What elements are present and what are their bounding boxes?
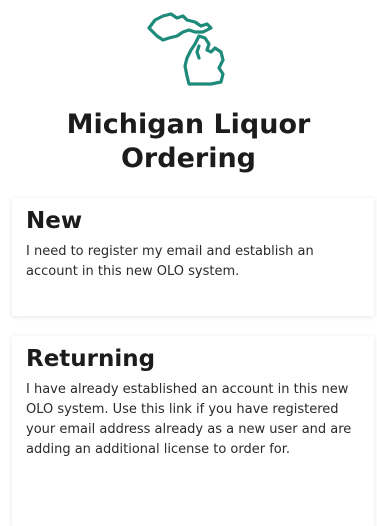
michigan-state-outline-icon bbox=[146, 12, 225, 86]
returning-description: I have already established an account in… bbox=[26, 382, 352, 457]
logo bbox=[0, 6, 377, 90]
returning-user-option[interactable]: Returning I have already established an … bbox=[12, 336, 374, 526]
returning-heading: Returning bbox=[26, 346, 156, 372]
new-user-option[interactable]: New I need to register my email and esta… bbox=[12, 198, 374, 316]
new-heading: New bbox=[26, 208, 83, 234]
new-description: I need to register my email and establis… bbox=[26, 244, 314, 279]
page-title: Michigan Liquor Ordering bbox=[66, 109, 311, 174]
